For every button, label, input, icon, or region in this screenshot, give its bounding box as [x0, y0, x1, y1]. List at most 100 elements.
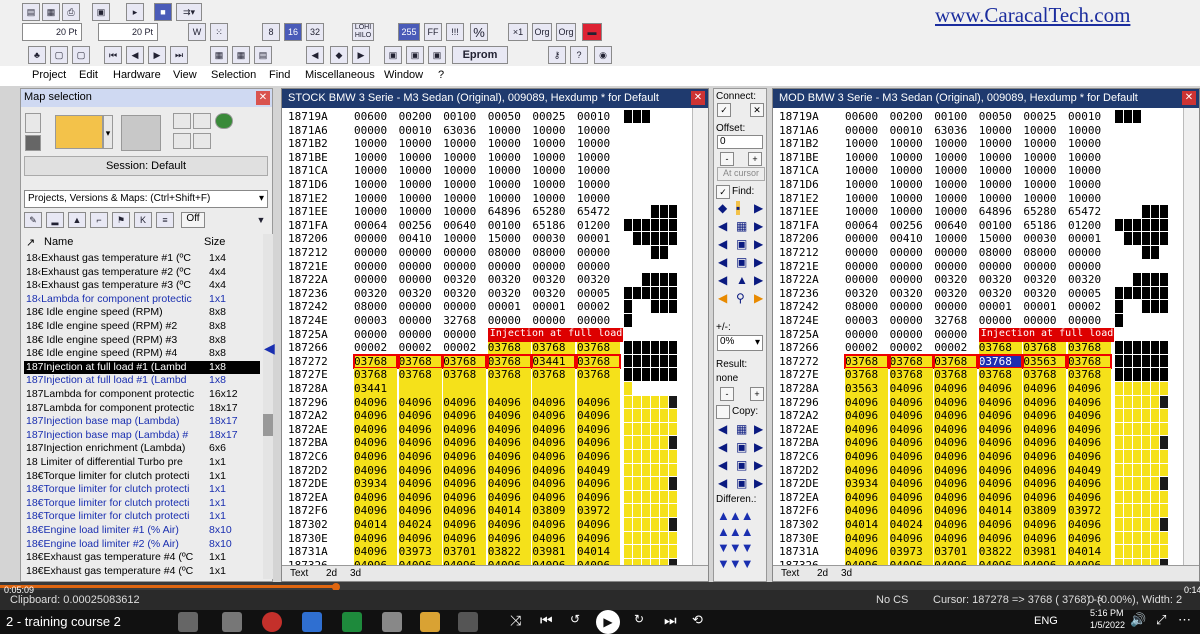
- hex-cell[interactable]: 04096: [532, 463, 576, 478]
- hex-cell[interactable]: 04096: [889, 436, 933, 450]
- hex-cell[interactable]: 04014: [354, 518, 397, 532]
- hex-cell[interactable]: 03768: [1023, 341, 1067, 355]
- hex-cell[interactable]: 32768: [443, 314, 486, 328]
- hex-cell[interactable]: 00320: [354, 287, 397, 301]
- print-icon[interactable]: ⎙: [62, 3, 80, 21]
- hex-cell[interactable]: 00320: [577, 273, 620, 287]
- hex-cell[interactable]: 00000: [488, 260, 531, 274]
- hex-cell[interactable]: 04096: [1068, 477, 1111, 491]
- hex-cell[interactable]: 04096: [443, 477, 487, 491]
- result-plus[interactable]: +: [750, 387, 764, 401]
- hex-cell[interactable]: 03768: [532, 341, 576, 355]
- list-scrollbar[interactable]: [263, 234, 273, 579]
- stock-tab-3d[interactable]: 3d: [350, 568, 361, 579]
- hex-cell[interactable]: 00000: [934, 300, 977, 314]
- hex-cell[interactable]: 03934: [354, 477, 397, 491]
- hex-cell[interactable]: 32768: [934, 314, 977, 328]
- hex-cell[interactable]: 03934: [845, 477, 888, 491]
- hex-cell[interactable]: 00002: [443, 341, 486, 355]
- hex-cell[interactable]: 10000: [845, 164, 888, 178]
- hex-cell[interactable]: 00600: [354, 110, 397, 124]
- repeat-icon[interactable]: ⟲: [692, 612, 712, 632]
- hex-cell[interactable]: 04096: [889, 490, 933, 505]
- hex-cell[interactable]: 00000: [845, 246, 888, 260]
- copy-right2-icon[interactable]: ▶: [754, 440, 763, 454]
- hex-cell[interactable]: 03822: [978, 545, 1022, 559]
- hex-cell[interactable]: 04096: [443, 422, 487, 437]
- hex-cell[interactable]: 00010: [577, 110, 620, 124]
- hex-cell[interactable]: 04096: [845, 395, 888, 410]
- font-size-select-2[interactable]: 20 Pt: [98, 23, 158, 41]
- map-list-item[interactable]: 18€Exhaust gas temperature #4 (ºC 1x1: [24, 565, 260, 579]
- map-list-item[interactable]: 18€Torque limiter for clutch protecti 1x1: [24, 483, 260, 497]
- hex-cell[interactable]: 10000: [354, 151, 397, 165]
- connect-close-icon[interactable]: ✕: [750, 103, 764, 117]
- hex-cell[interactable]: 03981: [1023, 545, 1067, 559]
- font-size-select-1[interactable]: 20 Pt: [22, 23, 82, 41]
- hex-cell[interactable]: 04096: [1068, 436, 1111, 450]
- map-list-item[interactable]: 18€Exhaust gas temperature #4 (ºC 1x1: [24, 551, 260, 565]
- hex-cell[interactable]: 15000: [488, 232, 531, 246]
- at-cursor-button[interactable]: At cursor: [717, 167, 765, 181]
- hex-cell[interactable]: 08000: [845, 300, 888, 314]
- hex-cell[interactable]: 64896: [488, 205, 531, 219]
- map-list-item[interactable]: 18€ Idle engine speed (RPM) #4 8x8: [24, 347, 260, 361]
- menu-window[interactable]: Window: [384, 66, 423, 81]
- hex-cell[interactable]: 04096: [978, 409, 1022, 423]
- hex-cell[interactable]: 00000: [1068, 314, 1111, 328]
- ruler-icon[interactable]: ▂: [46, 212, 64, 228]
- copy-left3-icon[interactable]: ◀: [718, 458, 727, 472]
- hex-cell[interactable]: 04096: [978, 463, 1022, 478]
- hex-cell[interactable]: 03768: [844, 353, 889, 370]
- hex-cell[interactable]: 10000: [399, 164, 442, 178]
- hex-cell[interactable]: 04024: [398, 518, 442, 532]
- hex-cell[interactable]: 00000: [979, 314, 1022, 328]
- dotgrid-icon[interactable]: ⁙: [210, 23, 228, 41]
- menu-hardware[interactable]: Hardware: [113, 66, 161, 81]
- width-8-button[interactable]: 8: [262, 23, 280, 41]
- map-list-item[interactable]: 187Injection base map (Lambda) # 18x17: [24, 429, 260, 443]
- hex-cell[interactable]: 04096: [532, 518, 576, 532]
- hex-cell[interactable]: 04096: [1023, 531, 1067, 546]
- hex-cell[interactable]: 04096: [934, 450, 978, 464]
- hex-cell[interactable]: 04096: [532, 450, 576, 464]
- taskbar-app1-icon[interactable]: [178, 612, 198, 632]
- hex-cell[interactable]: 04096: [934, 436, 978, 450]
- hex-cell[interactable]: 04096: [978, 450, 1022, 464]
- hex-cell[interactable]: 04096: [889, 531, 933, 546]
- hex-cell[interactable]: 04096: [443, 504, 487, 518]
- taskbar-app6-icon[interactable]: [458, 612, 478, 632]
- hex-cell[interactable]: 03768: [532, 368, 576, 382]
- hex-cell[interactable]: 10000: [577, 151, 620, 165]
- hex-cell[interactable]: 04096: [398, 463, 442, 478]
- map-list-item[interactable]: 18€ Idle engine speed (RPM) #2 8x8: [24, 320, 260, 334]
- hex-cell[interactable]: 03768: [577, 368, 620, 382]
- hex-cell[interactable]: 00000: [934, 246, 977, 260]
- hex-cell[interactable]: 00320: [1023, 287, 1066, 301]
- hex-cell[interactable]: 10000: [934, 205, 977, 219]
- hex-cell[interactable]: 04096: [889, 463, 933, 478]
- hex-cell[interactable]: 03768: [934, 368, 978, 382]
- copy-right4-icon[interactable]: ▶: [754, 476, 763, 490]
- find-left3-icon[interactable]: ◀: [718, 237, 727, 251]
- hex-cell[interactable]: 00100: [934, 110, 977, 124]
- hex-cell[interactable]: 10000: [979, 164, 1022, 178]
- hat-icon[interactable]: ♣: [28, 46, 46, 64]
- hex-cell[interactable]: 10000: [979, 151, 1022, 165]
- hex-cell[interactable]: 04096: [889, 477, 933, 491]
- hex-cell[interactable]: 01200: [577, 219, 620, 233]
- hex-cell[interactable]: 03768: [845, 368, 888, 382]
- hex-cell[interactable]: 00000: [890, 260, 933, 274]
- map-icon[interactable]: ▦: [210, 46, 228, 64]
- new-icon[interactable]: [25, 113, 41, 133]
- find-right-icon[interactable]: ▶: [754, 201, 763, 215]
- map-list-item[interactable]: 187Injection at full load #1 (Lambd 1x8: [24, 374, 260, 388]
- hex-cell[interactable]: 04096: [354, 490, 397, 505]
- hex-cell[interactable]: 04096: [354, 395, 397, 410]
- help-icon[interactable]: ?: [570, 46, 588, 64]
- map-list-item[interactable]: 18€ Idle engine speed (RPM) 8x8: [24, 306, 260, 320]
- map-list-item[interactable]: 18€Torque limiter for clutch protecti 1x1: [24, 470, 260, 484]
- hex-cell[interactable]: 01200: [1068, 219, 1111, 233]
- map-list-item[interactable]: 187Lambda for component protectic 18x17: [24, 402, 260, 416]
- copy-right-icon[interactable]: ▶: [754, 422, 763, 436]
